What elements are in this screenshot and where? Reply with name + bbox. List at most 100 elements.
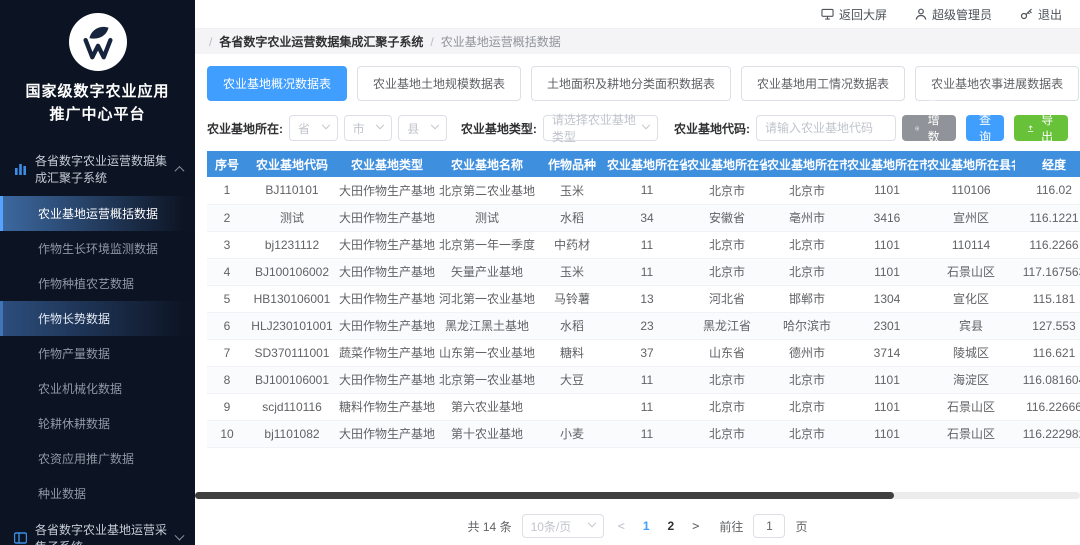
- export-button[interactable]: 导出: [1014, 115, 1068, 141]
- table-row[interactable]: 1BJ110101大田作物生产基地北京第二农业基地玉米11北京市北京市11011…: [207, 177, 1080, 204]
- table-cell: bj1231112: [247, 231, 337, 258]
- table-cell: 蔬菜作物生产基地: [337, 339, 437, 366]
- sidebar-group-0[interactable]: 各省数字农业运营数据集成汇聚子系统: [0, 142, 195, 196]
- table-cell: 13: [607, 285, 687, 312]
- sidebar-item-作物种植农艺数据[interactable]: 作物种植农艺数据: [0, 266, 195, 301]
- table-row[interactable]: 10bj1101082大田作物生产基地第十农业基地小麦11北京市北京市1101石…: [207, 420, 1080, 447]
- table-cell: 北京市: [687, 231, 767, 258]
- sidebar-group-1[interactable]: 各省数字农业基地运营采集子系统: [0, 511, 195, 545]
- table-cell: 亳州市: [767, 204, 847, 231]
- table-header-row: 序号农业基地代码农业基地类型农业基地名称作物品种农业基地所在省代码农业基地所在省…: [207, 151, 1080, 177]
- table-cell: 德州市: [767, 339, 847, 366]
- action-buttons: 新增数据 查询 导出: [902, 115, 1068, 141]
- sidebar-item-作物长势数据[interactable]: 作物长势数据: [0, 301, 195, 336]
- table-row[interactable]: 2测试大田作物生产基地测试水稻34安徽省亳州市3416宣州区116.1221: [207, 204, 1080, 231]
- prev-page-button[interactable]: <: [614, 519, 629, 533]
- column-header: 经度: [1015, 151, 1080, 177]
- table-cell: 11: [607, 366, 687, 393]
- add-data-button[interactable]: 新增数据: [902, 115, 956, 141]
- table-cell: 小麦: [537, 420, 607, 447]
- table-cell: 1: [207, 177, 247, 204]
- page-number-2[interactable]: 2: [664, 519, 679, 533]
- chevron-down-icon: [321, 121, 329, 129]
- next-page-button[interactable]: >: [688, 519, 703, 533]
- tab-2[interactable]: 土地面积及耕地分类面积数据表: [531, 66, 731, 101]
- base-code-input[interactable]: [756, 115, 896, 141]
- table-cell: BJ100106001: [247, 366, 337, 393]
- base-type-select[interactable]: 请选择农业基地类型: [543, 115, 658, 141]
- user-icon: [915, 8, 927, 20]
- table-cell: 山东第一农业基地: [437, 339, 537, 366]
- sidebar-item-轮耕休耕数据[interactable]: 轮耕休耕数据: [0, 406, 195, 441]
- logout-button[interactable]: 退出: [1020, 6, 1062, 23]
- goto-page-suffix: 页: [795, 518, 807, 535]
- key-icon: [1020, 8, 1033, 20]
- table-cell: 石景山区: [927, 420, 1015, 447]
- horizontal-scrollbar[interactable]: [195, 492, 1080, 499]
- back-to-dashboard-button[interactable]: 返回大屏: [821, 6, 887, 23]
- query-button[interactable]: 查询: [966, 115, 1004, 141]
- table-cell: 1101: [847, 393, 927, 420]
- logout-label: 退出: [1038, 6, 1062, 23]
- horizontal-scrollbar-thumb[interactable]: [195, 492, 894, 499]
- table-cell: 2301: [847, 312, 927, 339]
- page-size-select[interactable]: 10条/页: [522, 514, 604, 538]
- user-menu[interactable]: 超级管理员: [915, 6, 992, 23]
- page-size-label: 10条/页: [531, 518, 572, 535]
- table-cell: 糖料: [537, 339, 607, 366]
- table-row[interactable]: 3bj1231112大田作物生产基地北京第一年一季度中药材11北京市北京市110…: [207, 231, 1080, 258]
- tab-3[interactable]: 农业基地用工情况数据表: [741, 66, 905, 101]
- table-cell: 大田作物生产基地: [337, 420, 437, 447]
- table-cell: 3416: [847, 204, 927, 231]
- sidebar-item-作物产量数据[interactable]: 作物产量数据: [0, 336, 195, 371]
- sidebar-item-农业机械化数据[interactable]: 农业机械化数据: [0, 371, 195, 406]
- sidebar-item-农业基地运营概括数据[interactable]: 农业基地运营概括数据: [0, 196, 195, 231]
- column-header: 农业基地所在省名称: [687, 151, 767, 177]
- table-cell: 5: [207, 285, 247, 312]
- table-cell: 矢量产业基地: [437, 258, 537, 285]
- app-window: 国家级数字农业应用 推广中心平台 各省数字农业运营数据集成汇聚子系统农业基地运营…: [0, 0, 1080, 545]
- table-row[interactable]: 6HLJ230101001大田作物生产基地黑龙江黑土基地水稻23黑龙江省哈尔滨市…: [207, 312, 1080, 339]
- table-cell: 1101: [847, 366, 927, 393]
- table-cell: [537, 393, 607, 420]
- data-table: 序号农业基地代码农业基地类型农业基地名称作物品种农业基地所在省代码农业基地所在省…: [207, 151, 1080, 448]
- table-cell: 水稻: [537, 312, 607, 339]
- column-header: 农业基地类型: [337, 151, 437, 177]
- table-row[interactable]: 7SD370111001蔬菜作物生产基地山东第一农业基地糖料37山东省德州市37…: [207, 339, 1080, 366]
- tab-bar: 农业基地概况数据表农业基地土地规模数据表土地面积及耕地分类面积数据表农业基地用工…: [195, 54, 1080, 105]
- circle-plus-icon: [915, 123, 919, 134]
- sidebar-item-作物生长环境监测数据[interactable]: 作物生长环境监测数据: [0, 231, 195, 266]
- table-cell: 11: [607, 231, 687, 258]
- sidebar-item-农资应用推广数据[interactable]: 农资应用推广数据: [0, 441, 195, 476]
- query-label: 查询: [979, 111, 991, 145]
- table-cell: 34: [607, 204, 687, 231]
- tab-0[interactable]: 农业基地概况数据表: [207, 66, 347, 101]
- table-cell: 宣化区: [927, 285, 1015, 312]
- tab-1[interactable]: 农业基地土地规模数据表: [357, 66, 521, 101]
- table-row[interactable]: 5HB130106001大田作物生产基地河北第一农业基地马铃薯13河北省邯郸市1…: [207, 285, 1080, 312]
- main-content: 返回大屏 超级管理员 退出 / 各省数字农业运营数据集成汇聚子系统 / 农业基地…: [195, 0, 1080, 545]
- table-row[interactable]: 8BJ100106001大田作物生产基地北京第一农业基地大豆11北京市北京市11…: [207, 366, 1080, 393]
- goto-page-input[interactable]: [753, 514, 785, 538]
- data-table-container: 序号农业基地代码农业基地类型农业基地名称作物品种农业基地所在省代码农业基地所在省…: [207, 151, 1068, 448]
- table-row[interactable]: 4BJ100106002大田作物生产基地矢量产业基地玉米11北京市北京市1101…: [207, 258, 1080, 285]
- table-cell: 黑龙江黑土基地: [437, 312, 537, 339]
- table-cell: 北京市: [687, 420, 767, 447]
- topbar: 返回大屏 超级管理员 退出: [195, 0, 1080, 29]
- city-select-placeholder: 市: [353, 120, 365, 137]
- table-cell: 117.167563: [1015, 258, 1080, 285]
- city-select[interactable]: 市: [344, 115, 393, 141]
- table-cell: 大田作物生产基地: [337, 177, 437, 204]
- table-cell: 116.222982: [1015, 420, 1080, 447]
- province-select[interactable]: 省: [289, 115, 338, 141]
- table-cell: 大田作物生产基地: [337, 366, 437, 393]
- table-row[interactable]: 9scjd110116糖料作物生产基地第六农业基地11北京市北京市1101石景山…: [207, 393, 1080, 420]
- bar-chart-icon: [14, 163, 27, 175]
- table-cell: 北京市: [767, 231, 847, 258]
- breadcrumb-item-system[interactable]: 各省数字农业运营数据集成汇聚子系统: [219, 33, 423, 50]
- page-number-1[interactable]: 1: [639, 519, 654, 533]
- table-cell: HB130106001: [247, 285, 337, 312]
- sidebar-item-种业数据[interactable]: 种业数据: [0, 476, 195, 511]
- county-select[interactable]: 县: [398, 115, 447, 141]
- table-cell: 北京第二农业基地: [437, 177, 537, 204]
